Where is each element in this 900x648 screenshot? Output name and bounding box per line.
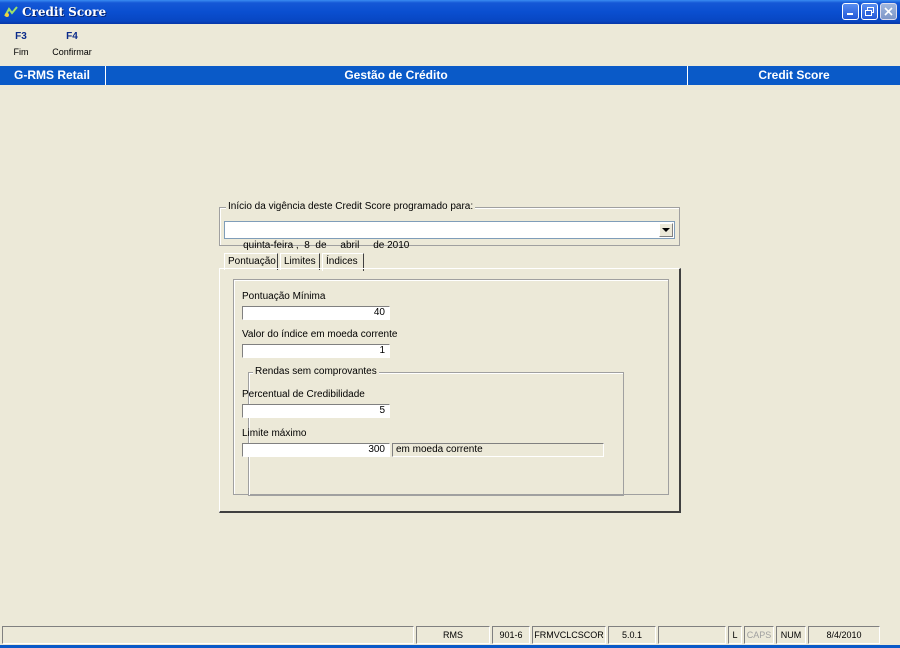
min-score-label: Pontuação Mínima [242, 291, 326, 302]
credibility-label: Percentual de Credibilidade [242, 389, 365, 400]
f3-key: F3 [15, 31, 27, 42]
restore-icon [865, 7, 874, 16]
header-band: G-RMS Retail Gestão de Crédito Credit Sc… [0, 66, 900, 85]
status-blank [658, 626, 726, 644]
app-icon [4, 5, 18, 19]
f3-exit-button[interactable]: F3 Fim [9, 31, 33, 57]
start-date-legend: Início da vigência deste Credit Score pr… [226, 201, 476, 212]
status-bar: RMS 901-6 FRMVCLCSCOR 5.0.1 L CAPS NUM 8… [0, 624, 900, 648]
f4-confirm-button[interactable]: F4 Confirmar [48, 31, 96, 57]
f4-key: F4 [66, 31, 78, 42]
f3-label: Fim [13, 47, 29, 57]
max-limit-label: Limite máximo [242, 428, 307, 439]
status-lock: L [728, 626, 742, 644]
status-code: 901-6 [492, 626, 530, 644]
start-date-frame: Início da vigência deste Credit Score pr… [219, 201, 680, 251]
status-date: 8/4/2010 [808, 626, 880, 644]
start-date-value: quinta-feira , 8 de abril de 2010 [243, 240, 410, 251]
status-form: FRMVCLCSCOR [532, 626, 606, 644]
status-version: 5.0.1 [608, 626, 656, 644]
status-num: NUM [776, 626, 806, 644]
date-dropdown-button[interactable] [659, 223, 673, 237]
close-button[interactable] [880, 3, 897, 20]
header-screen: Credit Score [758, 68, 830, 82]
restore-button[interactable] [861, 3, 878, 20]
title-bar: Credit Score [0, 0, 900, 24]
credibility-input[interactable]: 5 [242, 404, 390, 418]
header-module: Gestão de Crédito [344, 68, 448, 82]
max-limit-unit: em moeda corrente [392, 443, 604, 457]
status-message [2, 626, 414, 644]
indices-box: Pontuação Mínima 40 Valor do índice em m… [233, 279, 669, 496]
status-caps: CAPS [744, 626, 774, 644]
no-proof-income-group: Rendas sem comprovantes Percentual de Cr… [242, 366, 624, 496]
close-icon [884, 7, 893, 16]
max-limit-input[interactable]: 300 [242, 443, 390, 457]
minimize-button[interactable] [842, 3, 859, 20]
window-title: Credit Score [22, 5, 107, 19]
indices-panel: Pontuação Mínima 40 Valor do índice em m… [219, 268, 681, 513]
no-proof-income-legend: Rendas sem comprovantes [253, 366, 379, 377]
min-score-input[interactable]: 40 [242, 306, 390, 320]
index-value-input[interactable]: 1 [242, 344, 390, 358]
index-value-label: Valor do índice em moeda corrente [242, 329, 398, 340]
f4-label: Confirmar [52, 47, 92, 57]
chevron-down-icon [662, 227, 670, 232]
status-system: RMS [416, 626, 490, 644]
start-date-picker[interactable]: quinta-feira , 8 de abril de 2010 [224, 221, 675, 251]
minimize-icon [847, 13, 853, 15]
header-app-name: G-RMS Retail [13, 68, 90, 82]
